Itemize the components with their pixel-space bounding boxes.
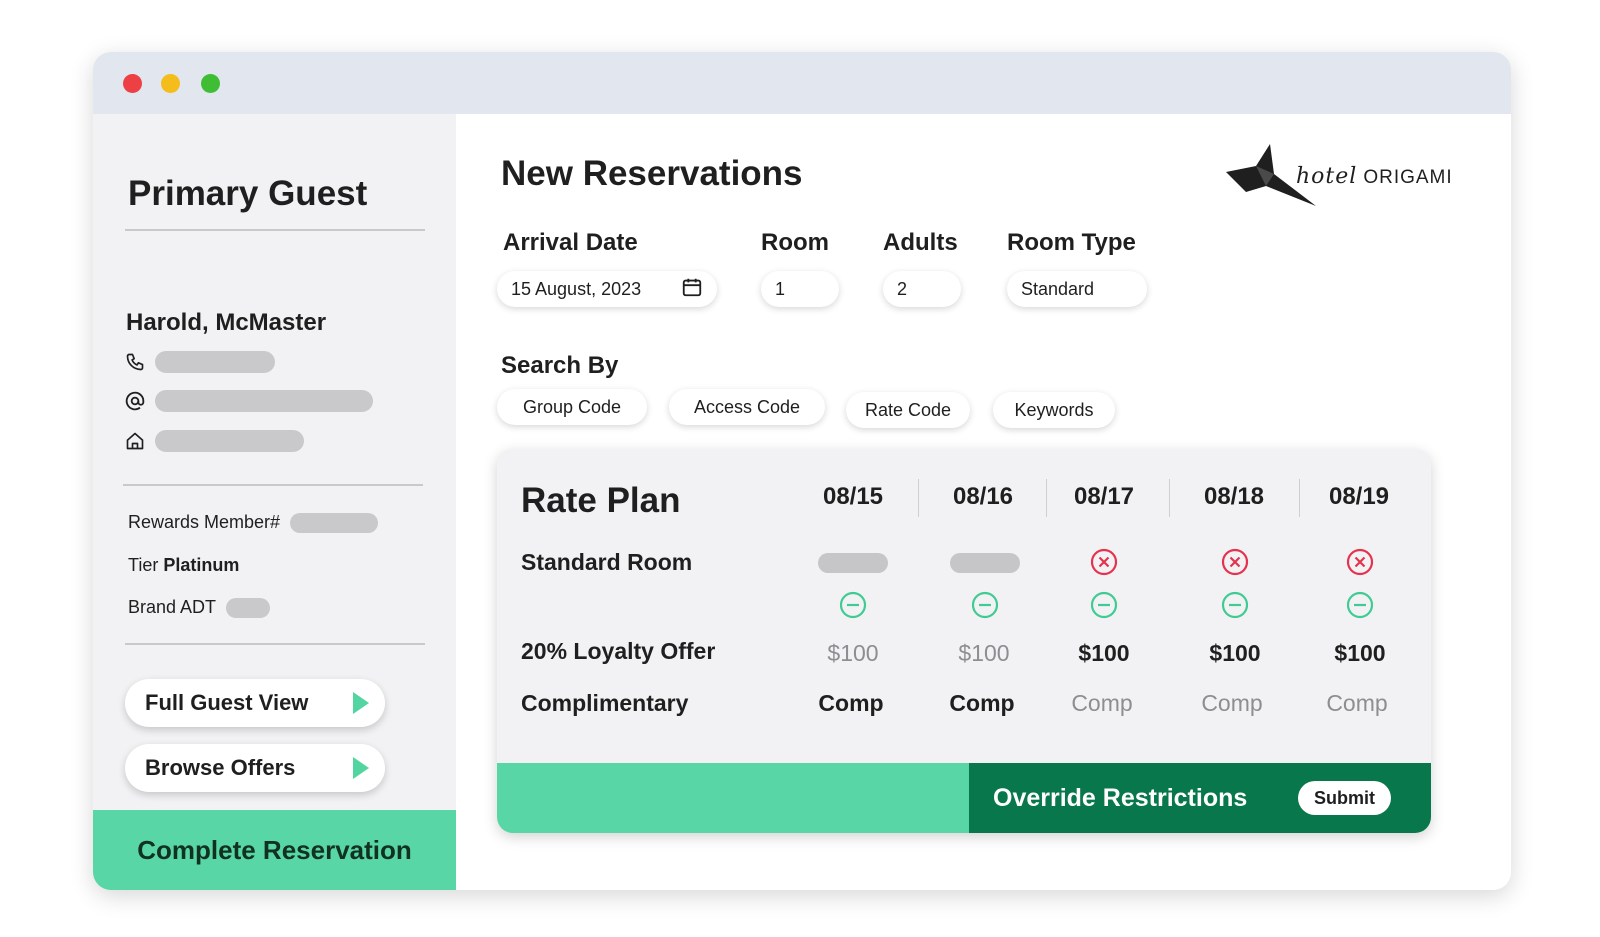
standard-room-label: Standard Room <box>521 549 693 575</box>
home-icon <box>123 429 147 453</box>
logo-wordmark: hotel ORIGAMI <box>1296 164 1453 189</box>
availability-placeholder <box>950 553 1020 573</box>
brand-placeholder <box>226 597 271 618</box>
availability-placeholder <box>818 553 888 573</box>
comp-value[interactable]: Comp <box>1042 690 1162 717</box>
close-window-button[interactable] <box>123 74 142 93</box>
rate-plan-footer-accent <box>497 763 969 833</box>
title-bar <box>93 52 1511 114</box>
phone-icon <box>123 350 147 374</box>
tier-row: Tier Platinum <box>128 555 239 576</box>
browse-offers-label: Browse Offers <box>145 755 296 780</box>
guest-name: Harold, McMaster <box>126 309 327 336</box>
at-icon <box>123 389 147 413</box>
date-header: 08/18 <box>1203 483 1265 510</box>
calendar-icon[interactable] <box>681 276 703 303</box>
date-header: 08/19 <box>1328 483 1390 510</box>
loyalty-price[interactable]: $100 <box>1044 640 1164 667</box>
comp-value[interactable]: Comp <box>791 690 911 717</box>
arrival-date-field[interactable]: 15 August, 2023 <box>497 271 717 307</box>
adults-field[interactable]: 2 <box>883 271 961 307</box>
loyalty-price[interactable]: $100 <box>924 640 1044 667</box>
reservation-panel: New Reservations hotel ORIGAMI Arrival D… <box>456 114 1511 890</box>
play-icon <box>353 692 369 714</box>
search-group-code-chip[interactable]: Group Code <box>497 389 647 425</box>
date-header: 08/15 <box>822 483 884 510</box>
guest-sidebar: Primary Guest Harold, McMaster Rewards M… <box>93 114 456 890</box>
browse-offers-button[interactable]: Browse Offers <box>125 744 385 792</box>
unavailable-icon[interactable] <box>1089 547 1119 577</box>
divider <box>123 484 423 486</box>
tier-label: Tier <box>128 555 159 575</box>
search-keywords-chip[interactable]: Keywords <box>993 392 1115 428</box>
arrival-date-label: Arrival Date <box>503 229 638 256</box>
override-restrictions-label: Override Restrictions <box>993 783 1248 812</box>
complete-reservation-label: Complete Reservation <box>137 834 412 865</box>
address-placeholder <box>155 430 304 452</box>
comp-value[interactable]: Comp <box>1297 690 1417 717</box>
loyalty-offer-label: 20% Loyalty Offer <box>521 638 716 664</box>
app-window: Primary Guest Harold, McMaster Rewards M… <box>93 52 1511 890</box>
loyalty-price[interactable]: $100 <box>1175 640 1295 667</box>
column-divider <box>918 479 919 517</box>
override-restrictions-bar: Override Restrictions Submit <box>969 763 1431 833</box>
hotel-logo: hotel ORIGAMI <box>1226 144 1452 214</box>
logo-name: ORIGAMI <box>1363 167 1453 188</box>
room-field[interactable]: 1 <box>761 271 839 307</box>
room-type-field[interactable]: Standard <box>1007 271 1147 307</box>
play-icon <box>353 757 369 779</box>
unavailable-icon[interactable] <box>1220 547 1250 577</box>
rewards-row: Rewards Member# <box>128 512 379 533</box>
minimize-window-button[interactable] <box>161 74 180 93</box>
full-guest-view-label: Full Guest View <box>145 690 309 715</box>
address-row <box>123 429 304 453</box>
brand-row: Brand ADT <box>128 597 271 618</box>
loyalty-price[interactable]: $100 <box>793 640 913 667</box>
remove-icon[interactable] <box>1345 590 1375 620</box>
divider <box>125 643 425 645</box>
complete-reservation-button[interactable]: Complete Reservation <box>93 810 456 890</box>
brand-label: Brand ADT <box>128 597 217 617</box>
sidebar-title: Primary Guest <box>128 174 368 213</box>
divider <box>125 229 425 231</box>
unavailable-icon[interactable] <box>1345 547 1375 577</box>
room-label: Room <box>761 229 829 256</box>
logo-script: hotel <box>1296 164 1358 189</box>
arrival-date-value: 15 August, 2023 <box>511 278 642 299</box>
full-guest-view-button[interactable]: Full Guest View <box>125 679 385 727</box>
rewards-label: Rewards Member# <box>128 512 281 532</box>
adults-value: 2 <box>897 278 908 299</box>
maximize-window-button[interactable] <box>201 74 220 93</box>
remove-icon[interactable] <box>1089 590 1119 620</box>
phone-row <box>123 350 275 374</box>
loyalty-price[interactable]: $100 <box>1300 640 1420 667</box>
comp-value[interactable]: Comp <box>1172 690 1292 717</box>
rewards-placeholder <box>290 512 379 533</box>
comp-value[interactable]: Comp <box>922 690 1042 717</box>
complimentary-label: Complimentary <box>521 690 689 716</box>
remove-icon[interactable] <box>838 590 868 620</box>
remove-icon[interactable] <box>970 590 1000 620</box>
date-header: 08/16 <box>952 483 1014 510</box>
room-value: 1 <box>775 278 786 299</box>
submit-button[interactable]: Submit <box>1298 781 1391 815</box>
phone-placeholder <box>155 351 275 373</box>
room-type-value: Standard <box>1021 278 1095 299</box>
adults-label: Adults <box>883 229 958 256</box>
search-by-label: Search By <box>501 352 619 379</box>
rate-plan-card: Rate Plan 08/15 08/16 08/17 08/18 08/19 … <box>497 449 1431 833</box>
page-title: New Reservations <box>501 154 803 193</box>
remove-icon[interactable] <box>1220 590 1250 620</box>
tier-value: Platinum <box>163 555 240 575</box>
email-row <box>123 389 373 413</box>
date-header: 08/17 <box>1073 483 1135 510</box>
email-placeholder <box>155 390 373 412</box>
search-access-code-chip[interactable]: Access Code <box>669 389 825 425</box>
column-divider <box>1169 479 1170 517</box>
rate-plan-title: Rate Plan <box>521 481 681 520</box>
search-rate-code-chip[interactable]: Rate Code <box>846 392 970 428</box>
room-type-label: Room Type <box>1007 229 1136 256</box>
